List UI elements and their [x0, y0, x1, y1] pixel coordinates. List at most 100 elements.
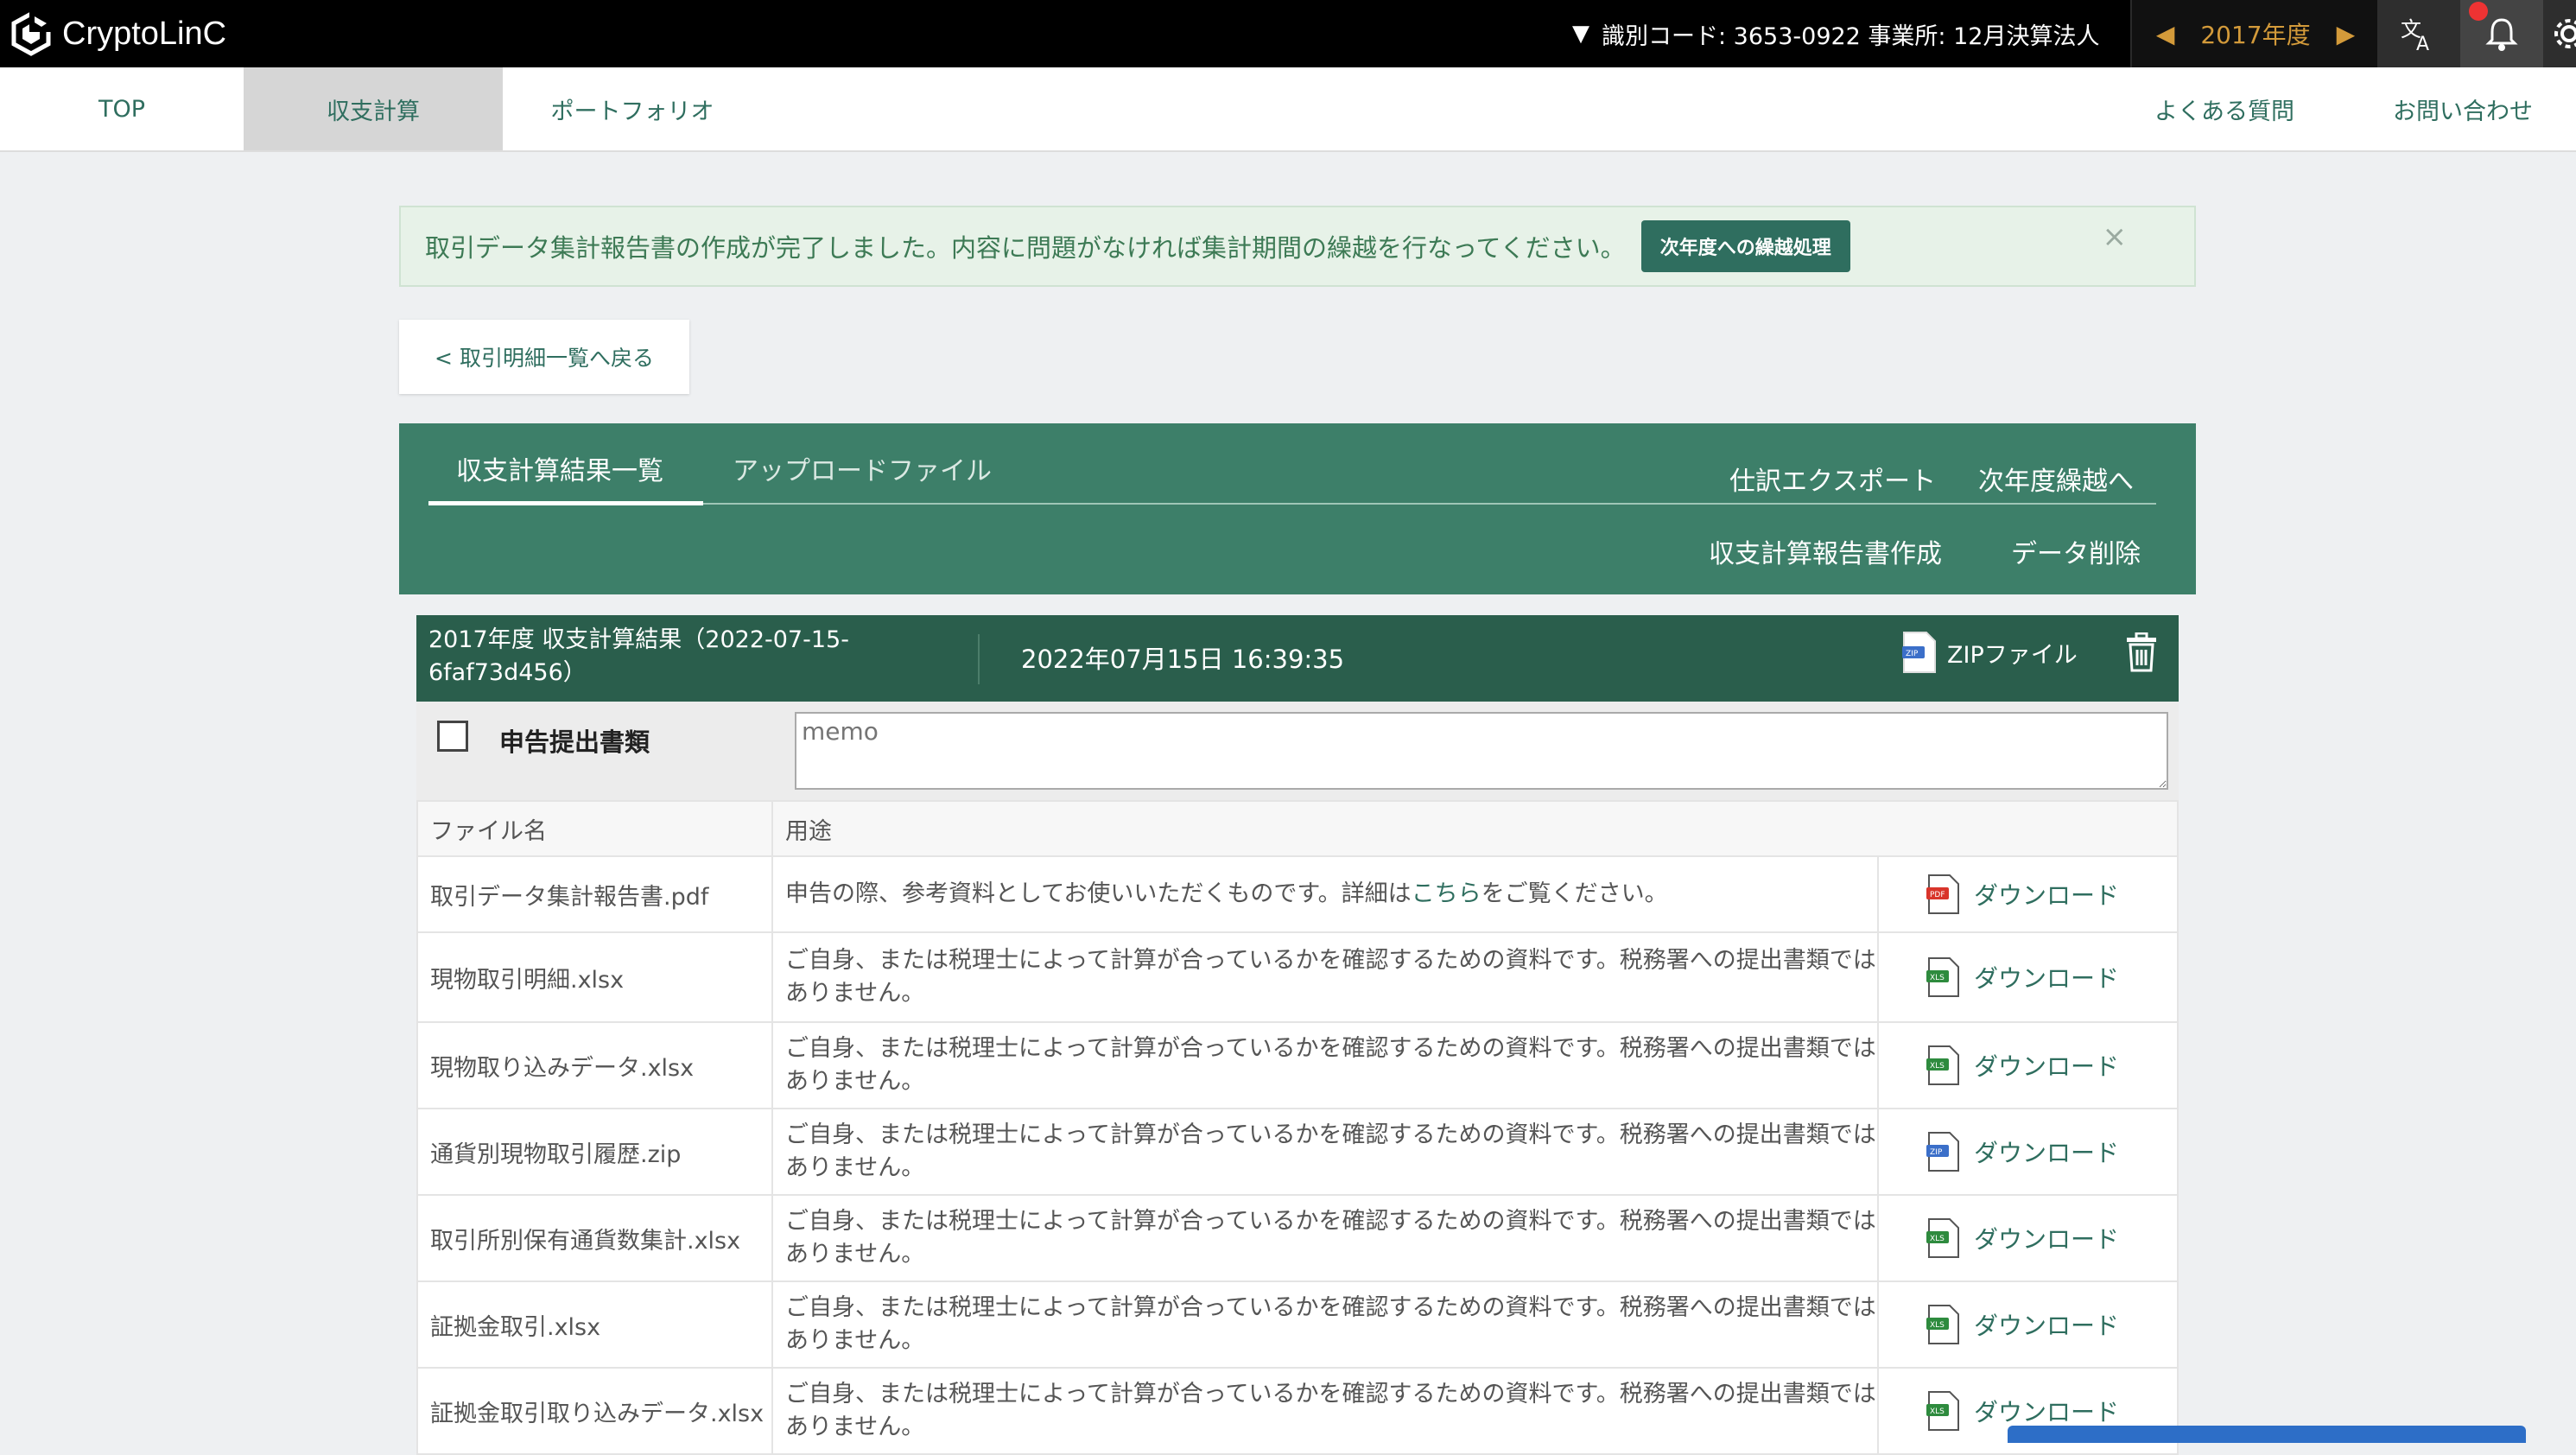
svg-text:A: A	[2416, 34, 2429, 54]
file-description: 申告の際、参考資料としてお使いいただくものです。詳細はこちらをご覧ください。	[771, 855, 1879, 933]
svg-text:PDF: PDF	[1930, 891, 1945, 899]
language-button[interactable]: 文 A	[2377, 0, 2460, 67]
create-report-link[interactable]: 収支計算報告書作成	[1709, 532, 1942, 570]
download-cell: XLS ダウンロード	[1877, 1194, 2179, 1282]
cryptolinc-logo-icon	[11, 11, 52, 56]
translate-icon: 文 A	[2401, 17, 2429, 54]
top-bar: CryptoLinC ▼ 識別コード: 3653-0922 事業所: 12月決算…	[0, 0, 2576, 67]
notification-badge	[2469, 2, 2488, 21]
filing-document-label: 申告提出書類	[499, 728, 650, 757]
memo-row: 申告提出書類	[416, 702, 2179, 800]
file-description: ご自身、または税理士によって計算が合っているかを確認するための資料です。税務署へ…	[771, 1194, 1879, 1282]
description-text: をご覧ください。	[1481, 880, 1668, 907]
xls-file-icon: XLS	[1926, 1391, 1959, 1431]
year-next-icon[interactable]: ▶	[2337, 20, 2356, 48]
column-header-purpose: 用途	[771, 800, 2179, 857]
bell-icon	[2485, 18, 2518, 51]
download-label: ダウンロード	[1974, 1398, 2120, 1426]
trash-icon[interactable]	[2125, 632, 2158, 672]
success-alert: 取引データ集計報告書の作成が完了しました。内容に問題がなければ集計期間の繰越を行…	[399, 206, 2196, 287]
file-name: 現物取り込みデータ.xlsx	[416, 1021, 773, 1109]
nav-top[interactable]: TOP	[0, 67, 244, 150]
org-dropdown-icon: ▼	[1572, 21, 1589, 47]
download-label: ダウンロード	[1974, 1225, 2120, 1254]
xls-file-icon: XLS	[1926, 1218, 1959, 1258]
result-header: 2017年度 収支計算結果（2022-07-15-6faf73d456） 202…	[416, 615, 2179, 702]
download-button[interactable]: PDF ダウンロード	[1891, 874, 2176, 915]
file-name: 証拠金取引取り込みデータ.xlsx	[416, 1367, 773, 1455]
filing-document-checkbox[interactable]	[437, 721, 468, 752]
download-cell: XLS ダウンロード	[1877, 1021, 2179, 1109]
memo-input[interactable]	[795, 712, 2168, 790]
download-button[interactable]: XLS ダウンロード	[1891, 956, 2176, 998]
download-cell: XLS ダウンロード	[1877, 931, 2179, 1023]
download-button[interactable]: ZIP ダウンロード	[1891, 1131, 2176, 1172]
description-text: 申告の際、参考資料としてお使いいただくものです。詳細は	[785, 880, 1412, 907]
download-label: ダウンロード	[1974, 1052, 2120, 1081]
carry-forward-button[interactable]: 次年度への繰越処理	[1640, 220, 1850, 272]
file-description: ご自身、または税理士によって計算が合っているかを確認するための資料です。税務署へ…	[771, 931, 1879, 1023]
close-icon[interactable]: ×	[2103, 219, 2128, 254]
download-label: ダウンロード	[1974, 1139, 2120, 1167]
svg-text:XLS: XLS	[1930, 974, 1945, 982]
delete-data-link[interactable]: データ削除	[2011, 532, 2141, 570]
table-row: 現物取り込みデータ.xlsx ご自身、または税理士によって計算が合っているかを確…	[416, 1021, 2179, 1109]
download-button[interactable]: XLS ダウンロード	[1891, 1045, 2176, 1086]
gear-icon	[2554, 19, 2576, 48]
svg-text:XLS: XLS	[1930, 1235, 1945, 1243]
details-link[interactable]: こちら	[1412, 880, 1482, 907]
settings-button[interactable]	[2543, 0, 2576, 67]
table-row: 取引データ集計報告書.pdf 申告の際、参考資料としてお使いいただくものです。詳…	[416, 855, 2179, 933]
table-row: 証拠金取引.xlsx ご自身、または税理士によって計算が合っているかを確認するた…	[416, 1280, 2179, 1369]
year-prev-icon[interactable]: ◀	[2156, 20, 2175, 48]
year-selector: ◀ 2017年度 ▶	[2130, 0, 2379, 67]
result-header-divider	[978, 634, 980, 684]
nav-faq[interactable]: よくある質問	[2108, 67, 2341, 150]
nav-contact[interactable]: お問い合わせ	[2350, 67, 2576, 150]
tab-upload[interactable]: アップロードファイル	[733, 449, 992, 487]
file-name: 取引所別保有通貨数集計.xlsx	[416, 1194, 773, 1282]
zip-file-icon: ZIP	[1926, 1132, 1959, 1172]
download-button[interactable]: XLS ダウンロード	[1891, 1304, 2176, 1345]
pdf-file-icon: PDF	[1926, 874, 1959, 914]
file-description: ご自身、または税理士によって計算が合っているかを確認するための資料です。税務署へ…	[771, 1280, 1879, 1369]
brand-name: CryptoLinC	[62, 15, 227, 52]
result-title: 2017年度 収支計算結果（2022-07-15-6faf73d456）	[428, 626, 849, 686]
nav-calc[interactable]: 収支計算	[244, 67, 503, 150]
table-header-row: ファイル名 用途	[416, 800, 2179, 857]
download-cell: PDF ダウンロード	[1877, 855, 2179, 933]
file-description: ご自身、または税理士によって計算が合っているかを確認するための資料です。税務署へ…	[771, 1108, 1879, 1196]
org-label: 識別コード: 3653-0922 事業所: 12月決算法人	[1602, 22, 2100, 50]
year-label: 2017年度	[2200, 21, 2311, 49]
table-row: 取引所別保有通貨数集計.xlsx ご自身、または税理士によって計算が合っているか…	[416, 1194, 2179, 1282]
column-header-filename: ファイル名	[416, 800, 773, 857]
download-label: ダウンロード	[1974, 881, 2120, 910]
file-name: 取引データ集計報告書.pdf	[416, 855, 773, 933]
main-nav: TOP 収支計算 ポートフォリオ よくある質問 お問い合わせ	[0, 67, 2576, 152]
svg-text:XLS: XLS	[1930, 1407, 1945, 1416]
back-to-list-button[interactable]: < 取引明細一覧へ戻る	[399, 320, 689, 394]
file-description: ご自身、または税理士によって計算が合っているかを確認するための資料です。税務署へ…	[771, 1021, 1879, 1109]
download-button[interactable]: XLS ダウンロード	[1891, 1217, 2176, 1259]
file-description: ご自身、または税理士によって計算が合っているかを確認するための資料です。税務署へ…	[771, 1367, 1879, 1455]
xls-file-icon: XLS	[1926, 957, 1959, 997]
zip-label: ZIPファイル	[1947, 641, 2078, 669]
zip-download-button[interactable]: ZIP ZIPファイル	[1900, 631, 2078, 674]
svg-text:ZIP: ZIP	[1906, 650, 1919, 658]
svg-text:XLS: XLS	[1930, 1062, 1945, 1071]
download-label: ダウンロード	[1974, 1312, 2120, 1340]
tab-active-indicator	[428, 501, 703, 505]
file-name: 現物取引明細.xlsx	[416, 931, 773, 1023]
brand-logo[interactable]: CryptoLinC	[9, 7, 226, 60]
file-name: 証拠金取引.xlsx	[416, 1280, 773, 1369]
svg-text:XLS: XLS	[1930, 1321, 1945, 1330]
file-name: 通貨別現物取引履歴.zip	[416, 1108, 773, 1196]
nav-portfolio[interactable]: ポートフォリオ	[503, 67, 762, 150]
carry-forward-link[interactable]: 次年度繰越へ	[1978, 460, 2134, 498]
download-cell: XLS ダウンロード	[1877, 1280, 2179, 1369]
svg-text:ZIP: ZIP	[1930, 1148, 1943, 1157]
floating-panel-tab[interactable]	[2008, 1426, 2526, 1443]
journal-export-link[interactable]: 仕訳エクスポート	[1729, 460, 1936, 498]
tab-results[interactable]: 収支計算結果一覧	[456, 449, 663, 487]
org-selector[interactable]: ▼ 識別コード: 3653-0922 事業所: 12月決算法人	[1572, 0, 2099, 67]
